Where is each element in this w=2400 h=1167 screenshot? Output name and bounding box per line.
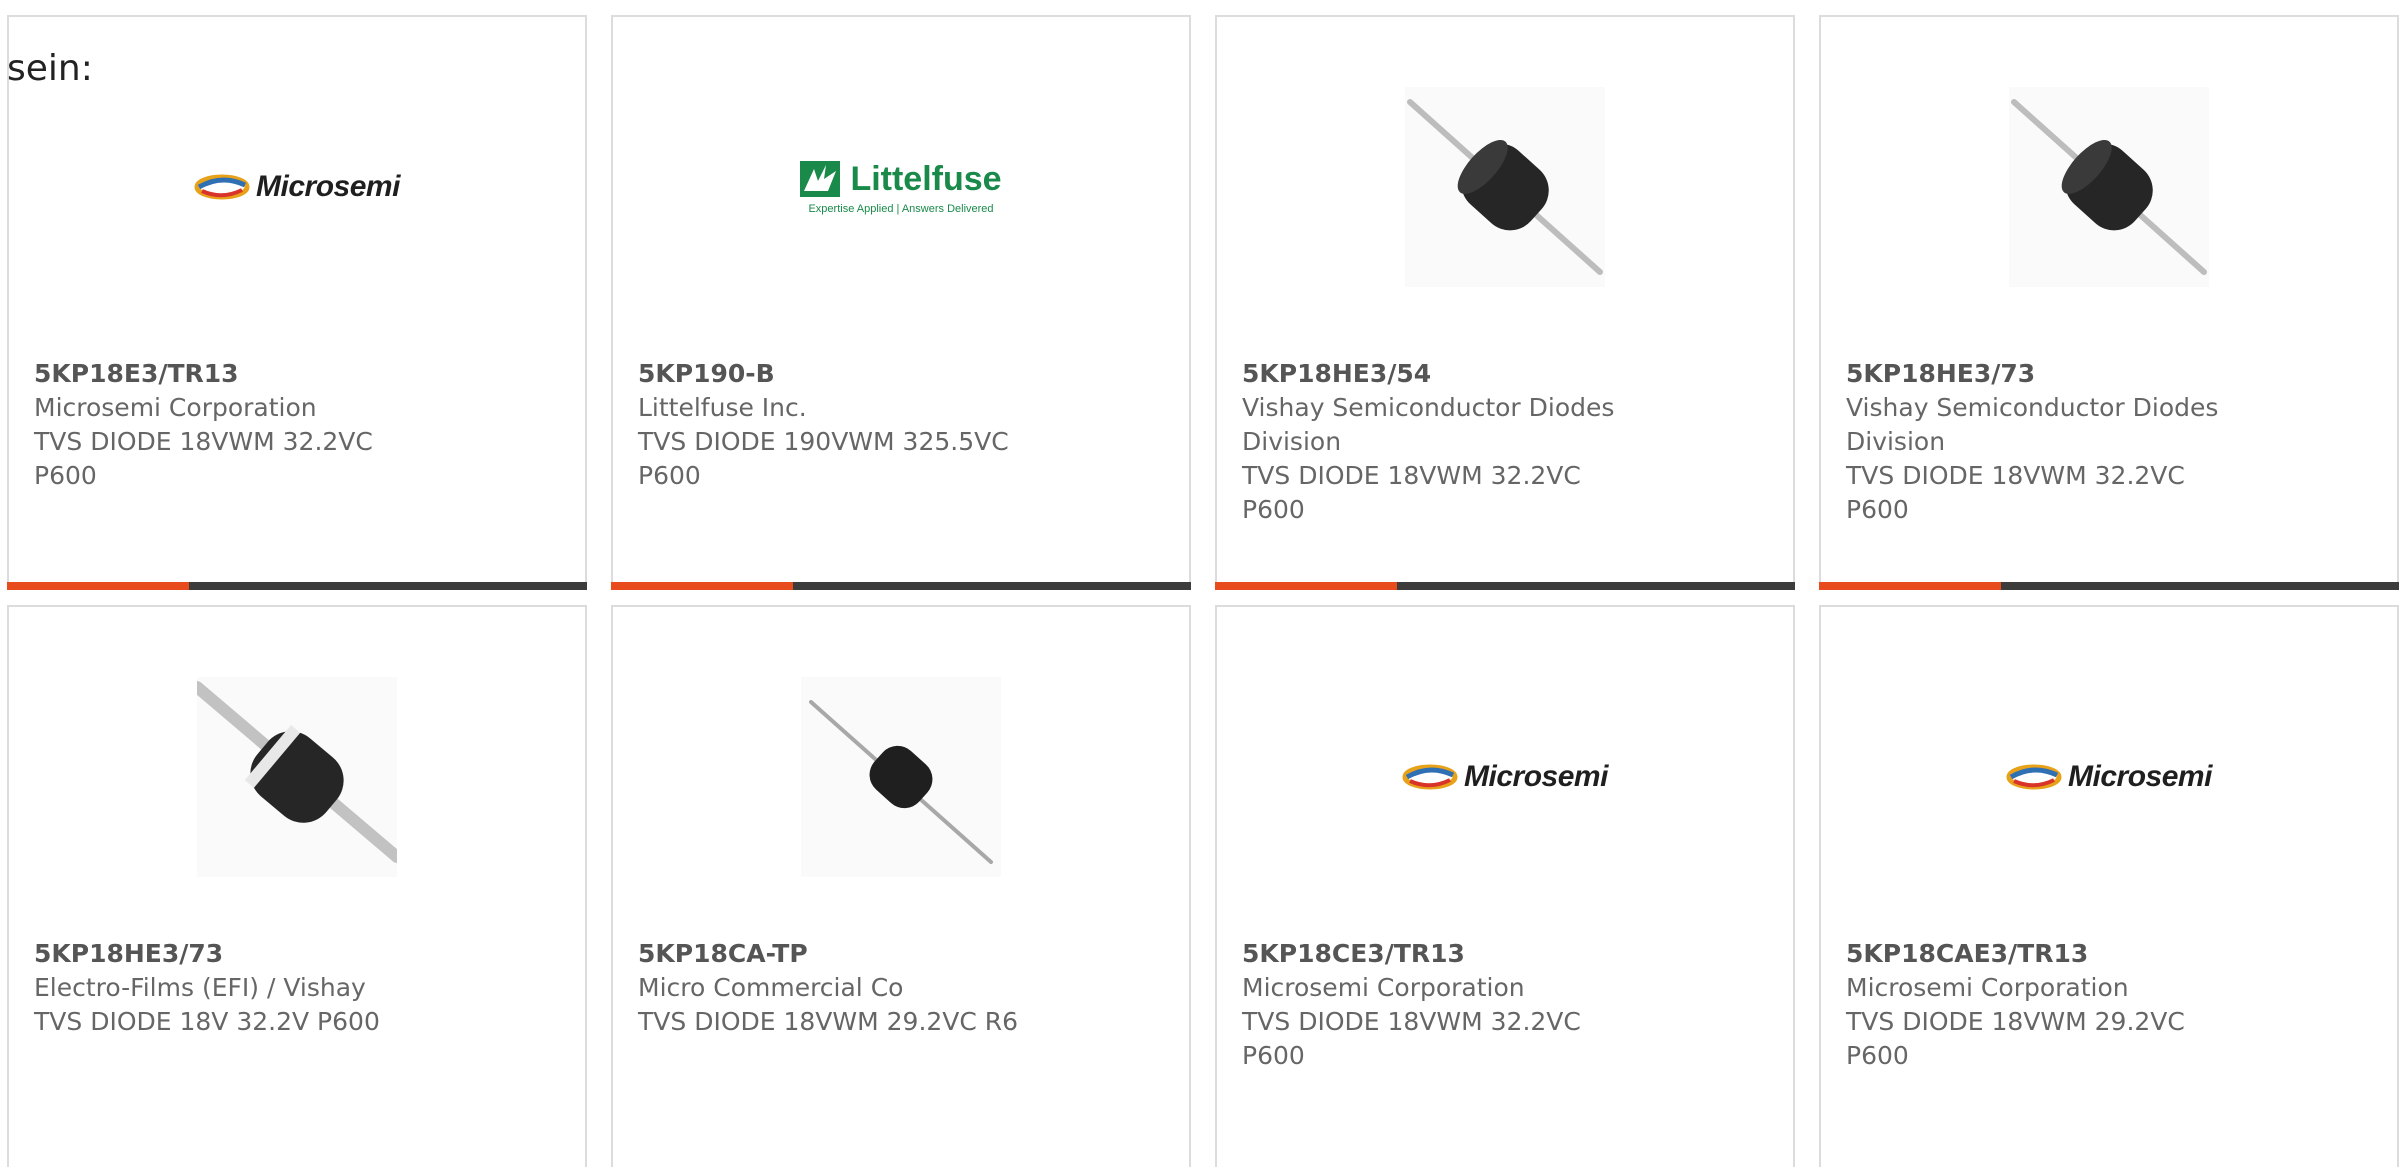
product-info: 5KP190-B Littelfuse Inc. TVS DIODE 190VW… [638,357,1029,493]
microsemi-logo-text: Microsemi [256,170,400,203]
part-number-link[interactable]: 5KP18HE3/73 [1846,357,2237,391]
part-number-link[interactable]: 5KP18CA-TP [638,937,1029,971]
product-image[interactable]: Microsemi [9,77,585,297]
card-footer-bar [611,582,1191,590]
microsemi-logo-text: Microsemi [1464,760,1608,793]
product-card[interactable]: 5KP18HE3/73 Electro-Films (EFI) / Vishay… [7,605,587,1167]
product-image[interactable] [1217,77,1793,297]
card-footer-bar [1215,582,1795,590]
manufacturer: Vishay Semiconductor Diodes Division [1242,393,1615,456]
microsemi-logo: Microsemi [1402,760,1608,794]
card-footer-bar [1819,582,2399,590]
description: TVS DIODE 18VWM 29.2VC R6 [638,1007,1019,1036]
product-card[interactable]: 5KP18CA-TP Micro Commercial Co TVS DIODE… [611,605,1191,1167]
manufacturer: Microsemi Corporation [34,393,317,422]
axial-diode-small-icon [801,677,1001,877]
manufacturer: Vishay Semiconductor Diodes Division [1846,393,2219,456]
product-info: 5KP18CAE3/TR13 Microsemi Corporation TVS… [1846,937,2237,1073]
part-number-link[interactable]: 5KP18CAE3/TR13 [1846,937,2237,971]
microsemi-logo-text: Microsemi [2068,760,2212,793]
product-image[interactable] [613,667,1189,887]
manufacturer: Electro-Films (EFI) / Vishay [34,973,366,1002]
littelfuse-logo-text: Littelfuse [850,159,1002,198]
part-number-link[interactable]: 5KP18HE3/73 [34,937,425,971]
product-info: 5KP18E3/TR13 Microsemi Corporation TVS D… [34,357,425,493]
product-info: 5KP18HE3/73 Vishay Semiconductor Diodes … [1846,357,2237,527]
product-info: 5KP18HE3/73 Electro-Films (EFI) / Vishay… [34,937,425,1039]
product-info: 5KP18CA-TP Micro Commercial Co TVS DIODE… [638,937,1029,1039]
product-info: 5KP18HE3/54 Vishay Semiconductor Diodes … [1242,357,1633,527]
axial-diode-band-icon [197,677,397,877]
intro-text: sein: [7,48,93,89]
axial-diode-icon [2009,87,2209,287]
part-number-link[interactable]: 5KP190-B [638,357,1029,391]
part-number-link[interactable]: 5KP18E3/TR13 [34,357,425,391]
product-image[interactable]: Microsemi [1821,667,2397,887]
littelfuse-mark-icon [800,161,841,197]
littelfuse-logo: Littelfuse Expertise Applied | Answers D… [800,159,1002,215]
card-accent-bar [7,582,189,590]
microsemi-swirl-icon [2006,764,2062,790]
product-card[interactable]: Microsemi 5KP18CE3/TR13 Microsemi Corpor… [1215,605,1795,1167]
product-results-page: sein: Microsemi 5KP18E3/TR13 Microsemi C… [0,0,2400,1167]
product-image[interactable] [9,667,585,887]
product-image[interactable]: Microsemi [1217,667,1793,887]
product-card[interactable]: Littelfuse Expertise Applied | Answers D… [611,15,1191,590]
product-grid: Microsemi 5KP18E3/TR13 Microsemi Corpora… [7,15,2399,1167]
manufacturer: Littelfuse Inc. [638,393,807,422]
description: TVS DIODE 18VWM 32.2VC P600 [1846,461,2185,524]
littelfuse-tagline: Expertise Applied | Answers Delivered [808,202,994,215]
description: TVS DIODE 18VWM 32.2VC P600 [1242,1007,1581,1070]
microsemi-swirl-icon [1402,764,1458,790]
microsemi-logo: Microsemi [194,170,400,204]
product-card[interactable]: 5KP18HE3/73 Vishay Semiconductor Diodes … [1819,15,2399,590]
product-card[interactable]: Microsemi 5KP18E3/TR13 Microsemi Corpora… [7,15,587,590]
product-image[interactable]: Littelfuse Expertise Applied | Answers D… [613,77,1189,297]
card-accent-bar [1819,582,2001,590]
axial-diode-icon [1405,87,1605,287]
part-number-link[interactable]: 5KP18HE3/54 [1242,357,1633,391]
product-card[interactable]: Microsemi 5KP18CAE3/TR13 Microsemi Corpo… [1819,605,2399,1167]
card-accent-bar [1215,582,1397,590]
card-accent-bar [611,582,793,590]
description: TVS DIODE 18VWM 32.2VC P600 [34,427,373,490]
description: TVS DIODE 18VWM 32.2VC P600 [1242,461,1581,524]
microsemi-logo: Microsemi [2006,760,2212,794]
description: TVS DIODE 18V 32.2V P600 [34,1007,380,1036]
product-image[interactable] [1821,77,2397,297]
manufacturer: Microsemi Corporation [1242,973,1525,1002]
description: TVS DIODE 190VWM 325.5VC P600 [638,427,1009,490]
card-footer-bar [7,582,587,590]
part-number-link[interactable]: 5KP18CE3/TR13 [1242,937,1633,971]
manufacturer: Microsemi Corporation [1846,973,2129,1002]
description: TVS DIODE 18VWM 29.2VC P600 [1846,1007,2185,1070]
product-info: 5KP18CE3/TR13 Microsemi Corporation TVS … [1242,937,1633,1073]
product-card[interactable]: 5KP18HE3/54 Vishay Semiconductor Diodes … [1215,15,1795,590]
microsemi-swirl-icon [194,174,250,200]
manufacturer: Micro Commercial Co [638,973,904,1002]
